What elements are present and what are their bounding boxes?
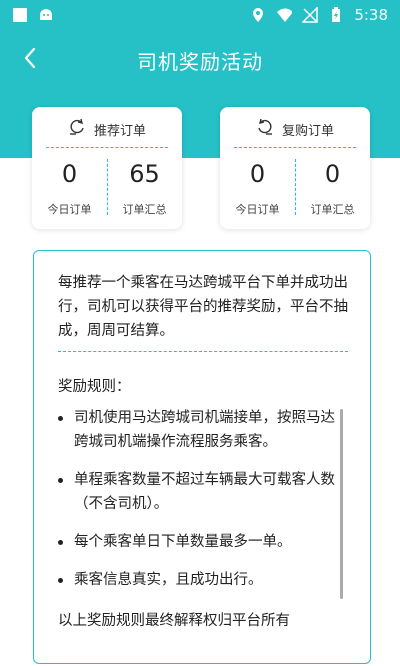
card-header: 推荐订单 bbox=[32, 117, 182, 141]
page-title: 司机奖励活动 bbox=[137, 49, 263, 74]
rule-text: 司机使用马达跨城司机端接单，按照马达跨城司机端操作流程服务乘客。 bbox=[74, 410, 335, 450]
wifi-icon bbox=[276, 7, 293, 23]
no-signal-icon bbox=[302, 7, 319, 23]
card-divider bbox=[234, 147, 356, 148]
recommend-orders-card[interactable]: 推荐订单 0 今日订单 65 订单汇总 bbox=[32, 107, 182, 229]
rule-text: 乘客信息真实，且成功出行。 bbox=[74, 572, 263, 588]
reward-info-panel[interactable]: 每推荐一个乘客在马达跨城平台下单并成功出行，司机可以获得平台的推荐奖励，平台不抽… bbox=[33, 250, 371, 664]
today-orders-value: 0 bbox=[61, 160, 78, 188]
scrollbar[interactable] bbox=[340, 409, 343, 599]
rule-item: 司机使用马达跨城司机端接单，按照马达跨城司机端操作流程服务乘客。 bbox=[58, 406, 338, 454]
panel-divider bbox=[58, 351, 348, 352]
total-orders-value: 65 bbox=[129, 160, 160, 188]
location-icon bbox=[250, 7, 266, 23]
footer-note: 以上奖励规则最终解释权归平台所有 bbox=[58, 613, 290, 629]
total-orders-label: 订单汇总 bbox=[122, 203, 167, 216]
battery-charging-icon bbox=[328, 7, 344, 23]
repurchase-refresh-icon bbox=[256, 118, 274, 140]
bullet-dot bbox=[58, 578, 63, 583]
android-icon bbox=[38, 7, 54, 23]
recommend-refresh-icon bbox=[68, 118, 86, 140]
status-bar: 5:38 bbox=[0, 0, 400, 30]
nav-bar: 司机奖励活动 bbox=[0, 36, 400, 84]
rule-item: 乘客信息真实，且成功出行。 bbox=[58, 568, 338, 592]
today-orders-stat: 0 今日订单 bbox=[220, 159, 295, 217]
total-orders-stat: 0 订单汇总 bbox=[295, 159, 370, 217]
rules-title: 奖励规则： bbox=[58, 379, 131, 395]
intro-text: 每推荐一个乘客在马达跨城平台下单并成功出行，司机可以获得平台的推荐奖励，平台不抽… bbox=[58, 275, 348, 339]
card-header: 复购订单 bbox=[220, 117, 370, 141]
total-orders-stat: 65 订单汇总 bbox=[107, 159, 182, 217]
rule-item: 单程乘客数量不超过车辆最大可载客人数（不含司机）。 bbox=[58, 468, 338, 516]
today-orders-stat: 0 今日订单 bbox=[32, 159, 107, 217]
card-title: 推荐订单 bbox=[93, 123, 146, 139]
today-orders-label: 今日订单 bbox=[47, 203, 92, 216]
bullet-dot bbox=[58, 478, 63, 483]
rule-text: 单程乘客数量不超过车辆最大可载客人数（不含司机）。 bbox=[74, 472, 335, 512]
bullet-dot bbox=[58, 540, 63, 545]
total-orders-value: 0 bbox=[324, 160, 341, 188]
rule-text: 每个乘客单日下单数量最多一单。 bbox=[74, 534, 292, 550]
status-time: 5:38 bbox=[354, 6, 388, 24]
card-divider bbox=[46, 147, 168, 148]
back-button[interactable] bbox=[14, 44, 46, 76]
total-orders-label: 订单汇总 bbox=[310, 203, 355, 216]
chevron-left-icon bbox=[23, 47, 37, 73]
square-icon bbox=[12, 7, 28, 23]
rules-list: 司机使用马达跨城司机端接单，按照马达跨城司机端操作流程服务乘客。 单程乘客数量不… bbox=[58, 406, 338, 606]
today-orders-value: 0 bbox=[249, 160, 266, 188]
today-orders-label: 今日订单 bbox=[235, 203, 280, 216]
bullet-dot bbox=[58, 416, 63, 421]
rule-item: 每个乘客单日下单数量最多一单。 bbox=[58, 530, 338, 554]
card-title: 复购订单 bbox=[281, 123, 334, 139]
repurchase-orders-card[interactable]: 复购订单 0 今日订单 0 订单汇总 bbox=[220, 107, 370, 229]
